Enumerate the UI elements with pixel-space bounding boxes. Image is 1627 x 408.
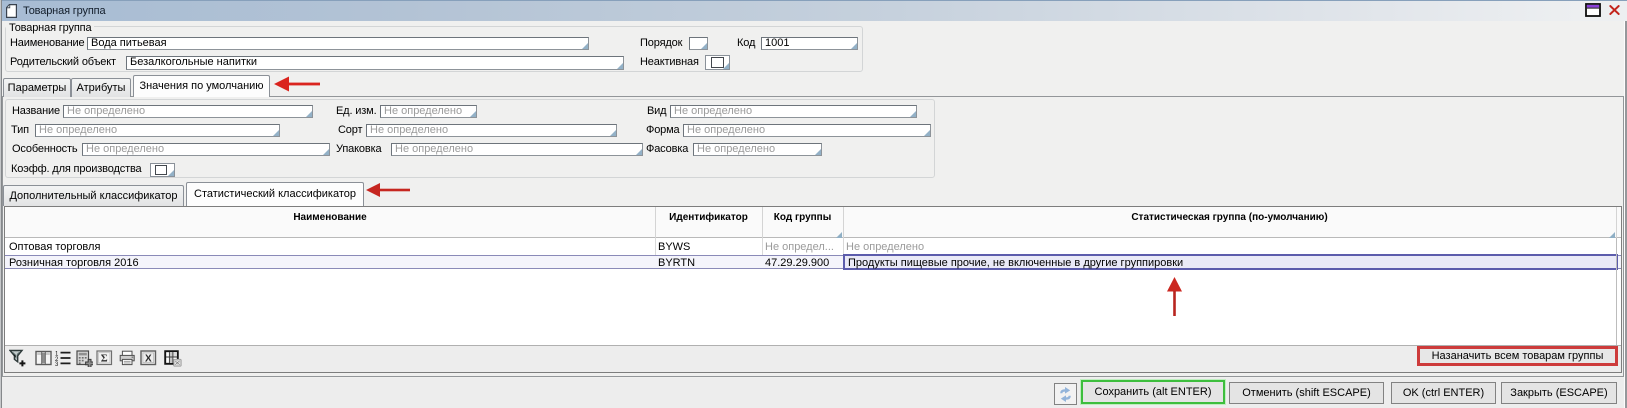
svg-text:X: X	[145, 354, 152, 365]
svg-text:Σ: Σ	[101, 354, 108, 365]
svg-text:3: 3	[55, 362, 59, 366]
